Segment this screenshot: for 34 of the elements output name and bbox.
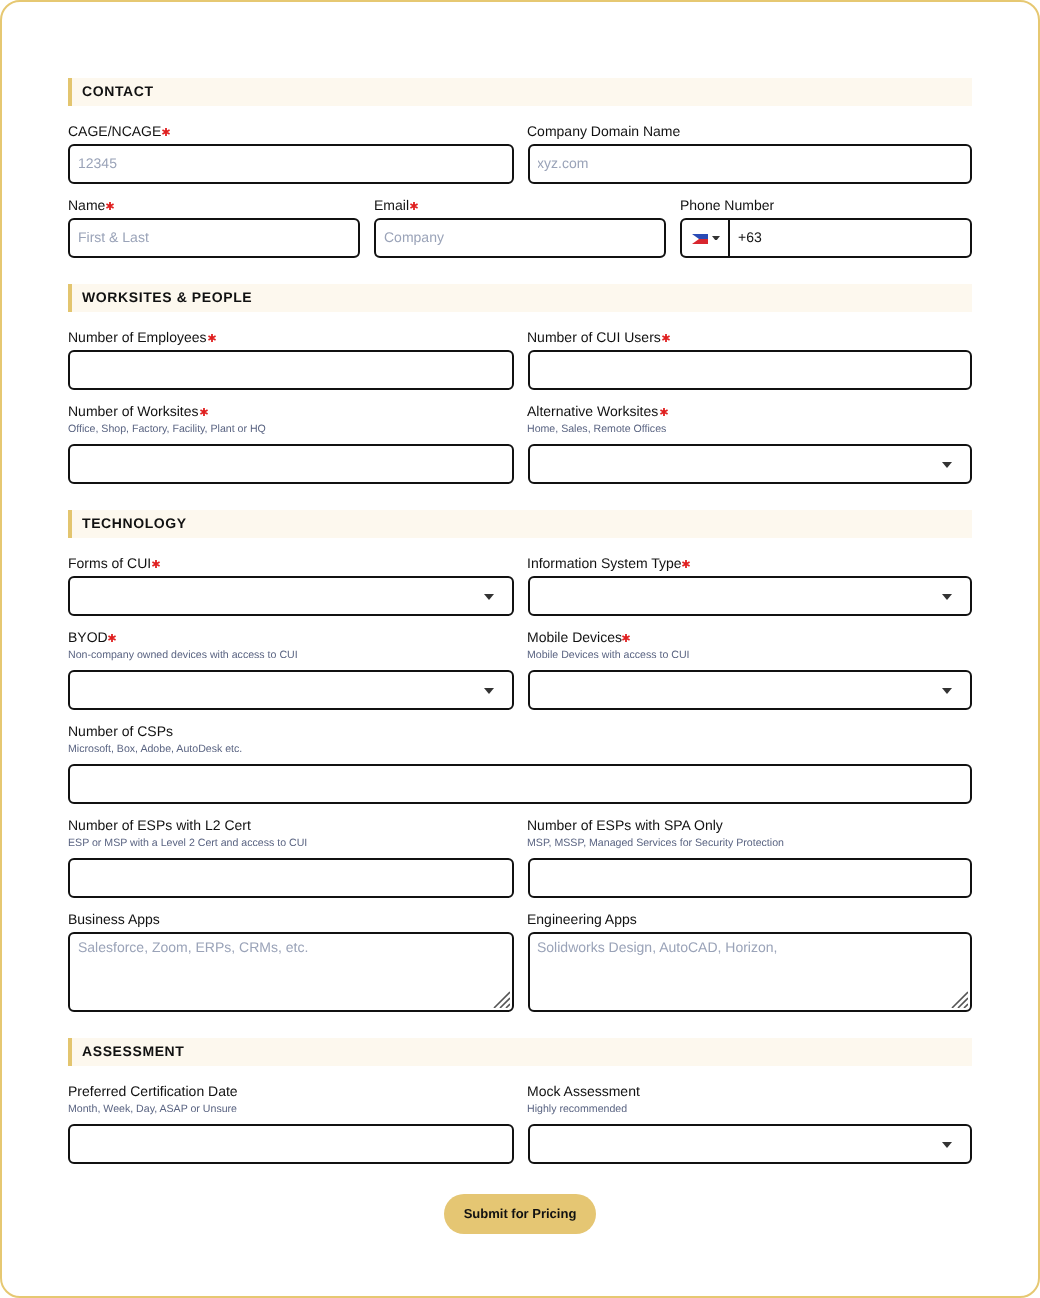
select-field[interactable]	[527, 576, 972, 616]
required-icon	[410, 201, 419, 209]
required-icon	[661, 333, 670, 341]
input-field[interactable]	[68, 350, 513, 390]
resize-handle-icon[interactable]	[491, 990, 509, 1008]
select-field[interactable]	[527, 444, 972, 484]
required-icon	[207, 333, 216, 341]
required-icon	[682, 559, 691, 567]
select-field[interactable]	[527, 670, 972, 710]
required-icon	[152, 559, 161, 567]
required-icon	[106, 201, 115, 209]
flag-icon	[691, 233, 707, 243]
input-field[interactable]	[68, 444, 513, 484]
caret-icon	[483, 688, 493, 694]
input-field[interactable]	[68, 1124, 513, 1164]
required-icon	[162, 127, 171, 135]
required-icon	[622, 633, 631, 641]
input-field[interactable]	[68, 858, 513, 898]
caret-icon	[942, 688, 952, 694]
resize-handle-icon[interactable]	[950, 990, 968, 1008]
caret-icon	[711, 235, 719, 241]
input-field[interactable]	[68, 764, 972, 804]
caret-icon	[483, 594, 493, 600]
required-icon	[199, 407, 208, 415]
input-field[interactable]	[527, 350, 972, 390]
select-field[interactable]	[68, 576, 513, 616]
input-field[interactable]	[527, 858, 972, 898]
select-field[interactable]	[68, 670, 513, 710]
caret-icon	[942, 462, 952, 468]
required-icon	[108, 633, 117, 641]
caret-icon	[942, 1142, 952, 1148]
caret-icon	[942, 594, 952, 600]
required-icon	[659, 407, 668, 415]
select-field[interactable]	[527, 1124, 972, 1164]
